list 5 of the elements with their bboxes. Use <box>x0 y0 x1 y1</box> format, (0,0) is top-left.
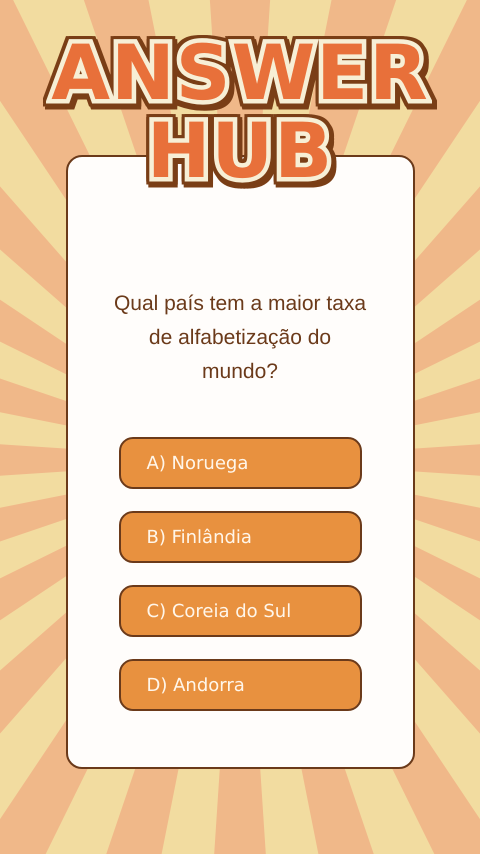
answer-button[interactable]: A) Noruega <box>118 437 362 489</box>
answer-button[interactable]: D) Andorra <box>118 659 362 711</box>
answer-button[interactable]: B) Finlândia <box>118 511 362 563</box>
answer-button[interactable]: C) Coreia do Sul <box>118 585 362 637</box>
question-text: Qual país tem a maior taxa de alfabetização do mundo? <box>112 291 368 385</box>
